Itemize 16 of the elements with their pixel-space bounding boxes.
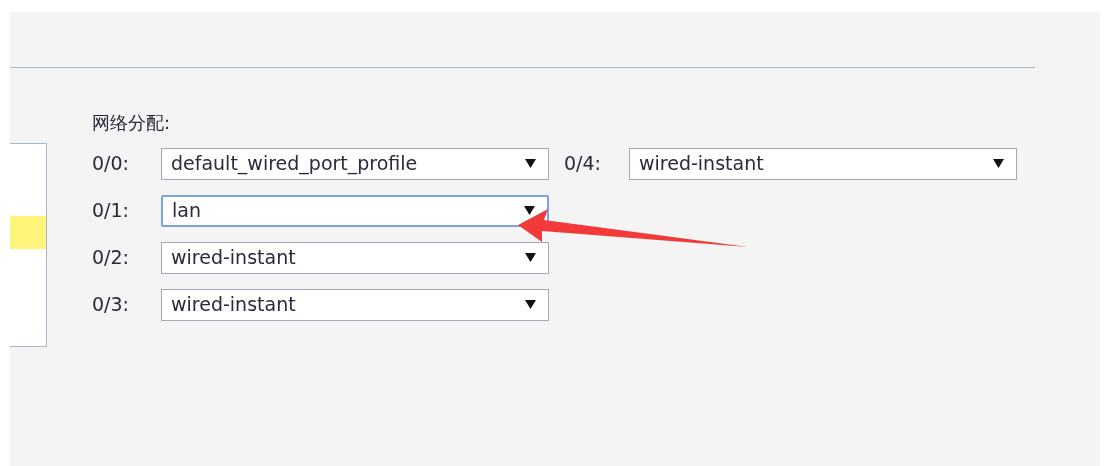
port-label: 0/2:	[92, 245, 130, 271]
dropdown[interactable]: wired-instant	[161, 288, 549, 321]
port-label: 0/4:	[564, 151, 602, 177]
dropdown[interactable]: wired-instant	[161, 241, 549, 274]
caret-icon	[993, 158, 1004, 169]
caret-icon	[525, 252, 536, 263]
dropdown[interactable]: lan	[161, 194, 549, 227]
port-label: 0/3:	[92, 292, 130, 318]
dropdown[interactable]: wired-instant	[629, 147, 1017, 180]
dropdown[interactable]: default_wired_port_profile	[161, 147, 549, 180]
port-label: 0/1:	[92, 198, 130, 224]
section-heading: 网络分配:	[92, 111, 172, 135]
caret-icon	[525, 158, 536, 169]
port-label: 0/0:	[92, 151, 130, 177]
caret-icon	[524, 205, 535, 216]
caret-icon	[525, 299, 536, 310]
